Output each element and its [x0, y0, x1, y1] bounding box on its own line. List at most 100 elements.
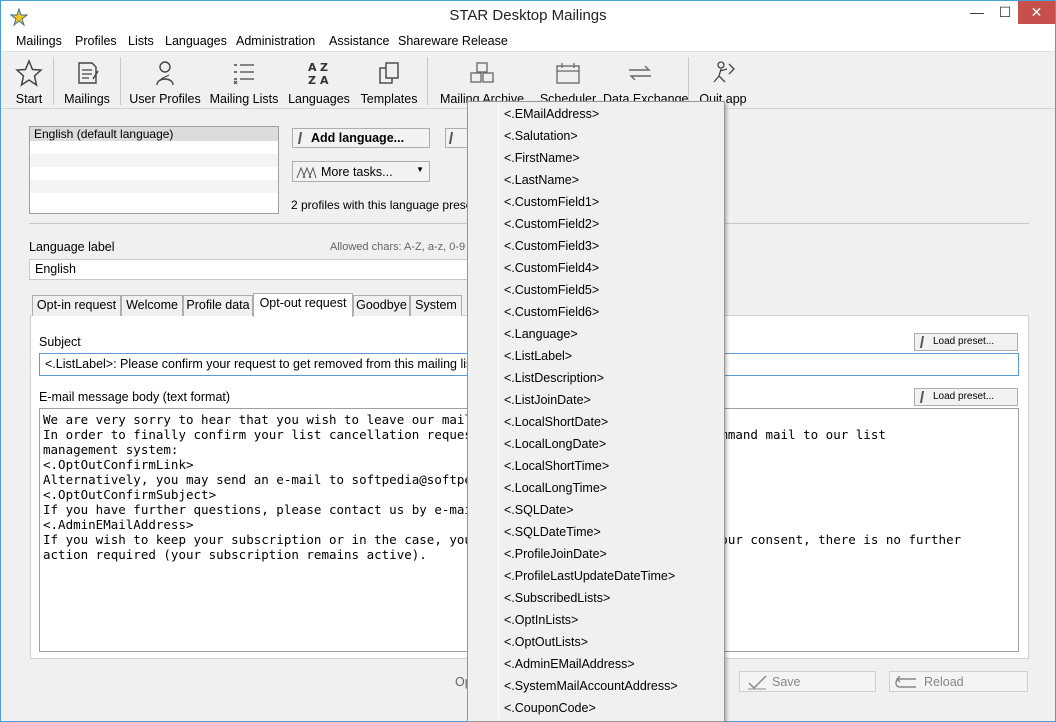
- placeholder-menu-item[interactable]: <.LocalLongDate>: [504, 437, 606, 457]
- close-button[interactable]: ✕: [1018, 1, 1055, 24]
- user-profiles-label: User Profiles: [129, 92, 201, 106]
- menu-profiles[interactable]: Profiles: [75, 34, 117, 48]
- placeholder-menu-item[interactable]: <.CustomField1>: [504, 195, 599, 215]
- placeholder-menu-item[interactable]: <.CustomField5>: [504, 283, 599, 303]
- menu-bar: Mailings Profiles Lists Languages Admini…: [1, 32, 1055, 52]
- pen-icon: [297, 132, 303, 144]
- menu-administration[interactable]: Administration: [236, 34, 315, 48]
- minimize-button[interactable]: —: [962, 1, 992, 24]
- placeholder-menu-item[interactable]: <.CustomField4>: [504, 261, 599, 281]
- menu-languages[interactable]: Languages: [165, 34, 227, 48]
- placeholder-menu-item[interactable]: <.ListDescription>: [504, 371, 604, 391]
- start-label: Start: [15, 92, 43, 106]
- load-preset-label: Load preset...: [933, 391, 995, 402]
- placeholder-menu-item[interactable]: <.SubscribedLists>: [504, 591, 610, 611]
- save-label: Save: [772, 675, 801, 689]
- tasks-icon: [296, 166, 317, 179]
- language-list-empty-row: [30, 167, 278, 180]
- subject-load-preset-button[interactable]: Load preset...: [914, 333, 1018, 351]
- language-label-caption: Language label: [29, 240, 115, 254]
- placeholder-menu-item[interactable]: <.LocalShortTime>: [504, 459, 609, 479]
- language-label-input[interactable]: English: [29, 259, 489, 280]
- load-preset-label: Load preset...: [933, 336, 995, 347]
- tab-opt-in-request[interactable]: Opt-in request: [32, 295, 121, 316]
- dropdown-arrow-icon: ▼: [416, 165, 424, 174]
- language-list-empty-row: [30, 141, 278, 154]
- menu-mailings[interactable]: Mailings: [16, 34, 62, 48]
- templates-button[interactable]: Templates: [361, 55, 417, 109]
- placeholder-menu-item[interactable]: <.Salutation>: [504, 129, 578, 149]
- profiles-count-text: 2 profiles with this language prese: [291, 198, 473, 212]
- placeholder-menu-item[interactable]: <.SQLDateTime>: [504, 525, 601, 545]
- placeholder-menu-item[interactable]: <.Language>: [504, 327, 578, 347]
- mailings-button[interactable]: Mailings: [64, 55, 110, 109]
- placeholder-menu-item[interactable]: <.ProfileJoinDate>: [504, 547, 607, 567]
- edit-button[interactable]: [445, 128, 469, 148]
- reload-icon: [895, 675, 916, 688]
- allowed-chars-hint: Allowed chars: A-Z, a-z, 0-9: [330, 241, 466, 253]
- pen-icon: [919, 391, 925, 403]
- placeholder-menu-item[interactable]: <.LocalLongTime>: [504, 481, 607, 501]
- mailing-lists-button[interactable]: Mailing Lists: [210, 55, 278, 109]
- scheduler-icon: [556, 63, 580, 84]
- user-profiles-button[interactable]: User Profiles: [129, 55, 201, 109]
- templates-label: Templates: [360, 92, 418, 106]
- add-language-label: Add language...: [311, 131, 405, 145]
- placeholder-menu-item[interactable]: <.SystemMailAccountAddress>: [504, 679, 678, 699]
- placeholder-menu-item[interactable]: <.LocalShortDate>: [504, 415, 608, 435]
- start-button[interactable]: Start: [13, 55, 45, 109]
- placeholder-menu-item[interactable]: <.ProfileLastUpdateDateTime>: [504, 569, 675, 589]
- languages-button[interactable]: AZZA Languages: [288, 55, 350, 109]
- placeholder-menu-item[interactable]: <.AdminEMailAddress>: [504, 657, 635, 677]
- language-list[interactable]: English (default language): [29, 126, 279, 214]
- tab-profile-data[interactable]: Profile data: [183, 295, 253, 316]
- body-load-preset-button[interactable]: Load preset...: [914, 388, 1018, 406]
- svg-text:A: A: [308, 61, 317, 74]
- tab-system[interactable]: System: [410, 295, 462, 316]
- app-window: STAR Desktop Mailings — ☐ ✕ Mailings Pro…: [0, 0, 1056, 722]
- tab-opt-out-request[interactable]: Opt-out request: [253, 293, 353, 317]
- more-tasks-button[interactable]: More tasks... ▼: [292, 161, 430, 182]
- tab-goodbye[interactable]: Goodbye: [353, 295, 410, 316]
- title-bar: STAR Desktop Mailings — ☐ ✕: [1, 1, 1055, 32]
- placeholder-menu-item[interactable]: <.LastName>: [504, 173, 579, 193]
- pen-icon: [919, 336, 925, 348]
- placeholder-menu-item[interactable]: <.EMailAddress>: [504, 107, 599, 127]
- svg-text:A: A: [320, 74, 329, 87]
- placeholder-menu-item[interactable]: <.CustomField6>: [504, 305, 599, 325]
- placeholder-menu-item[interactable]: <.OptInLists>: [504, 613, 578, 633]
- save-icon: [748, 675, 767, 690]
- placeholder-menu-item[interactable]: <.FirstName>: [504, 151, 580, 171]
- save-button[interactable]: Save: [739, 671, 876, 692]
- language-list-item[interactable]: English (default language): [30, 127, 278, 141]
- language-list-empty-row: [30, 193, 278, 206]
- window-title: STAR Desktop Mailings: [449, 7, 607, 24]
- placeholder-context-menu: <.EMailAddress> <.Salutation> <.FirstNam…: [467, 101, 725, 722]
- maximize-button[interactable]: ☐: [992, 1, 1018, 24]
- placeholder-menu-item[interactable]: <.OptOutLists>: [504, 635, 588, 655]
- menu-gutter: [498, 104, 499, 719]
- more-tasks-label: More tasks...: [321, 165, 393, 179]
- menu-assistance[interactable]: Assistance: [329, 34, 389, 48]
- placeholder-menu-item[interactable]: <.CouponCode>: [504, 701, 596, 721]
- quit-icon: [713, 61, 735, 83]
- user-profiles-icon: [156, 61, 174, 86]
- placeholder-menu-item[interactable]: <.CustomField3>: [504, 239, 599, 259]
- reload-button[interactable]: Reload: [889, 671, 1028, 692]
- mailing-lists-label: Mailing Lists: [209, 92, 279, 106]
- star-icon: [15, 59, 43, 87]
- menu-lists[interactable]: Lists: [128, 34, 154, 48]
- reload-label: Reload: [924, 675, 964, 689]
- toolbar-separator: [427, 57, 428, 105]
- placeholder-menu-item[interactable]: <.ListLabel>: [504, 349, 572, 369]
- languages-label: Languages: [288, 92, 350, 106]
- tab-welcome[interactable]: Welcome: [121, 295, 183, 316]
- svg-text:Z: Z: [320, 61, 328, 74]
- placeholder-menu-item[interactable]: <.ListJoinDate>: [504, 393, 591, 413]
- placeholder-menu-item[interactable]: <.SQLDate>: [504, 503, 574, 523]
- toolbar-separator: [53, 57, 54, 105]
- placeholder-menu-item[interactable]: <.CustomField2>: [504, 217, 599, 237]
- add-language-button[interactable]: Add language...: [292, 128, 430, 148]
- menu-shareware-release[interactable]: Shareware Release: [398, 34, 508, 48]
- toolbar-separator: [688, 57, 689, 105]
